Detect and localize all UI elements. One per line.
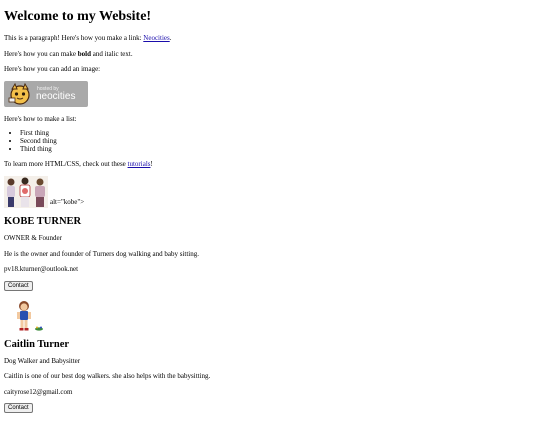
tutorials-exclaim: ! <box>150 160 153 169</box>
neocities-link[interactable]: Neocities <box>143 34 169 42</box>
example-list: First thing Second thing Third thing <box>4 130 536 153</box>
bold-word: bold <box>77 49 91 58</box>
bold-text-before: Here's how you can make <box>4 49 78 58</box>
kobe-photo-row: alt="kobe"> <box>4 175 536 208</box>
profile-name: KOBE TURNER <box>4 215 82 227</box>
neocities-cat-icon <box>8 82 30 105</box>
page-body: Welcome to my Website! This is a paragra… <box>0 9 540 421</box>
bold-text-after: and italic text. <box>91 49 133 58</box>
list-item: Second thing <box>20 137 536 146</box>
caitlin-photo-row <box>14 299 536 331</box>
image-paragraph: Here's how you can add an image: <box>4 65 101 74</box>
profile-email: caityrose12@gmail.com <box>4 387 73 396</box>
intro-text: This is a paragraph! Here's how you make… <box>4 34 144 43</box>
tutorials-link[interactable]: tutorials <box>128 160 151 168</box>
badge-neocities-text: neocities <box>36 90 76 102</box>
profile-email: pv18.kturner@outlook.net <box>4 265 79 274</box>
profile-role: Dog Walker and Babysitter <box>4 357 81 366</box>
intro-paragraph: This is a paragraph! Here's how you make… <box>4 34 536 42</box>
profile-role: OWNER & Founder <box>4 234 62 243</box>
intro-period: . <box>169 34 172 43</box>
page-title: Welcome to my Website! <box>4 9 152 24</box>
hosted-by-neocities-badge[interactable]: hosted by neocities <box>4 80 88 107</box>
broken-alt-text: alt="kobe"> <box>50 198 85 207</box>
bold-paragraph: Here's how you can make bold and italic … <box>4 50 536 58</box>
profile-bio: He is the owner and founder of Turners d… <box>4 249 199 258</box>
list-intro: Here's how to make a list: <box>4 114 77 123</box>
toy-figure-photo <box>17 300 31 331</box>
tutorials-paragraph: To learn more HTML/CSS, check out these … <box>4 160 536 168</box>
profile-bio: Caitlin is one of our best dog walkers. … <box>4 372 211 381</box>
contact-button[interactable]: Contact <box>4 280 33 291</box>
tutorials-text: To learn more HTML/CSS, check out these <box>4 160 128 169</box>
profile-name: Caitlin Turner <box>4 338 70 350</box>
family-photo <box>4 175 48 208</box>
small-toy-icon <box>35 326 43 331</box>
list-item: Third thing <box>20 145 536 154</box>
list-item: First thing <box>20 130 536 138</box>
